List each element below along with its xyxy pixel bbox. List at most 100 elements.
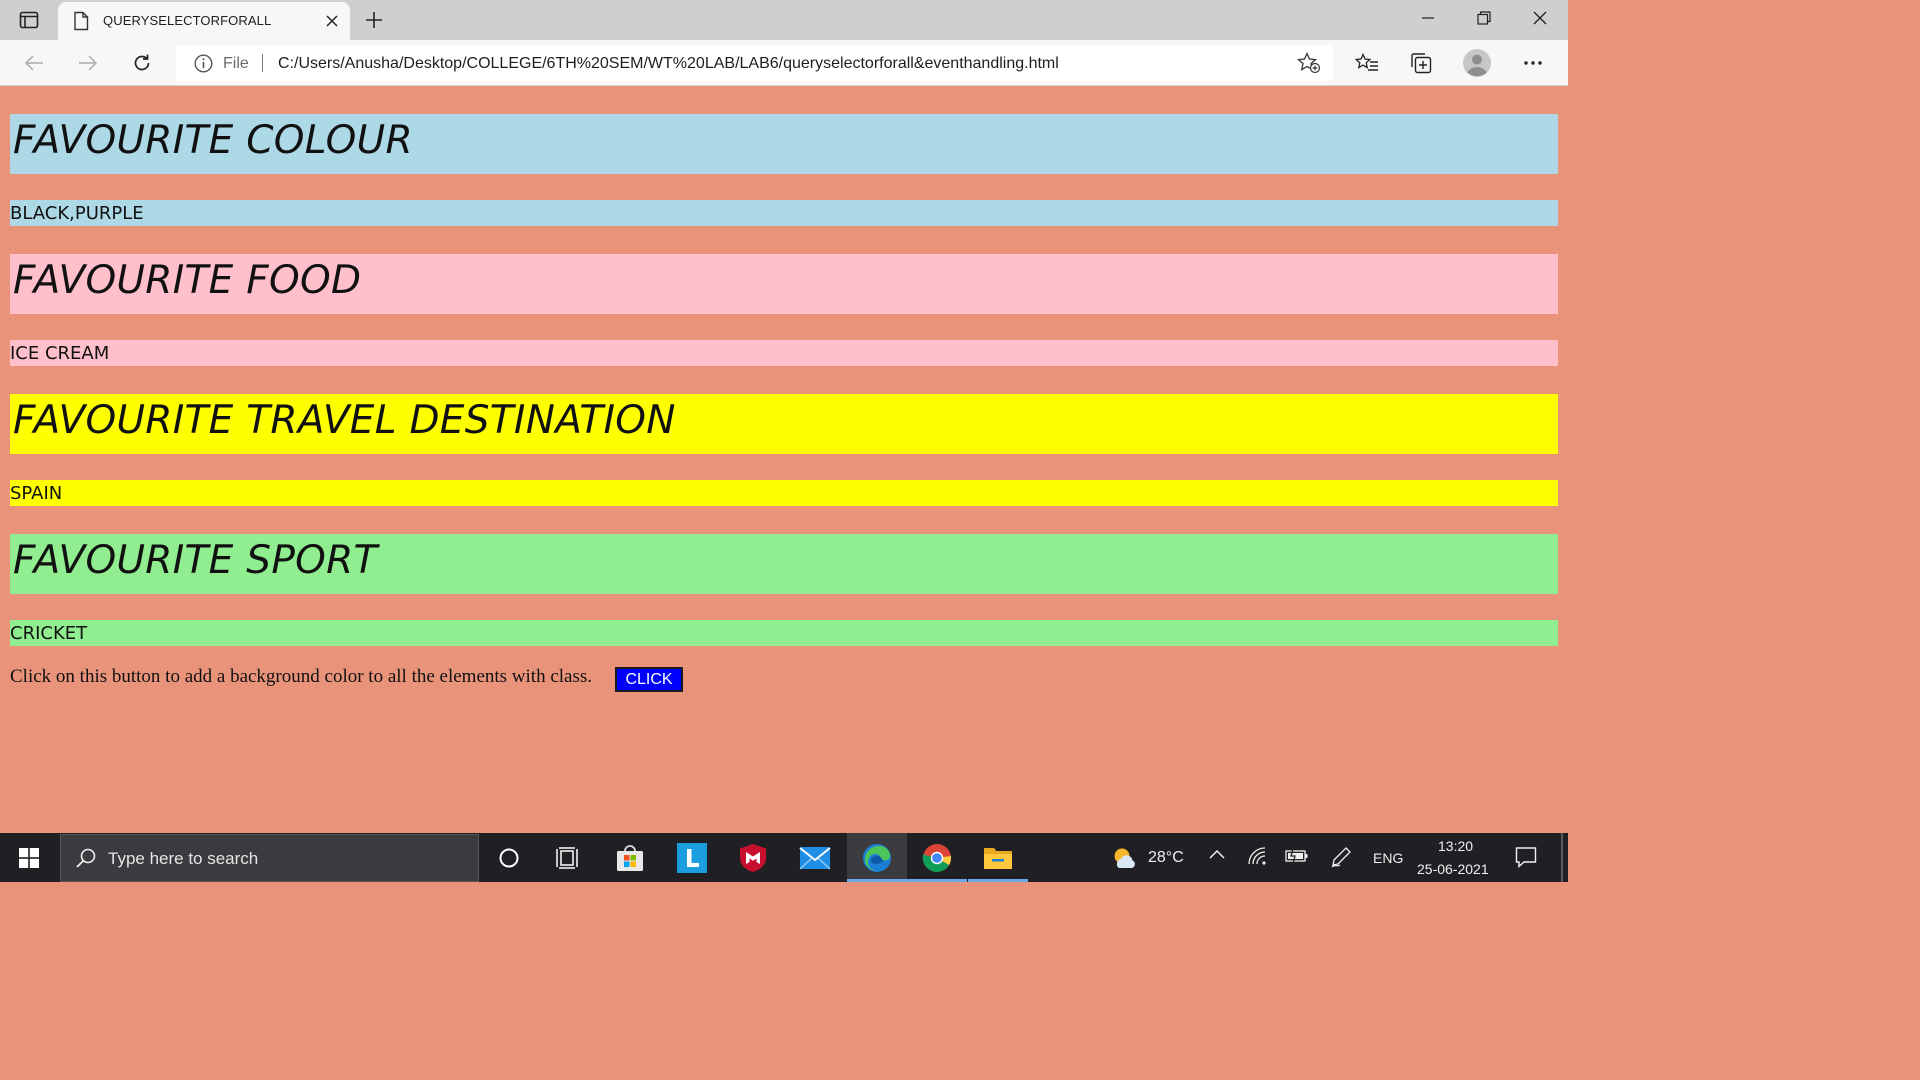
browser-toolbar: File C:/Users/Anusha/Desktop/COLLEGE/6TH… — [0, 40, 1568, 86]
section-value-colour: BLACK,PURPLE — [10, 200, 1558, 226]
section-heading-colour: FAVOURITE COLOUR — [10, 114, 1558, 174]
search-icon — [76, 848, 96, 868]
action-center-button[interactable] — [1515, 846, 1537, 868]
minimize-icon — [1422, 17, 1434, 19]
notification-icon — [1515, 847, 1537, 868]
edge-button[interactable] — [847, 833, 907, 882]
collections-button[interactable] — [1404, 46, 1438, 80]
task-view-icon — [556, 846, 578, 869]
windows-icon — [19, 847, 39, 868]
chevron-up-icon — [1209, 849, 1225, 859]
battery-button[interactable] — [1285, 848, 1309, 864]
profile-button[interactable] — [1460, 46, 1494, 80]
store-button[interactable] — [600, 833, 660, 882]
task-view-button[interactable] — [538, 833, 598, 882]
favorites-icon — [1355, 53, 1378, 71]
address-bar[interactable]: File C:/Users/Anusha/Desktop/COLLEGE/6TH… — [176, 45, 1333, 81]
star-add-icon — [1297, 52, 1321, 74]
refresh-icon — [134, 54, 150, 71]
instruction-text: Click on this button to add a background… — [10, 666, 593, 687]
pen-icon — [1331, 847, 1351, 868]
battery-icon — [1285, 848, 1308, 864]
cortana-button[interactable] — [479, 833, 539, 882]
forward-button[interactable] — [71, 46, 105, 80]
page-viewport: FAVOURITE COLOUR BLACK,PURPLE FAVOURITE … — [0, 87, 1568, 833]
file-explorer-icon — [984, 847, 1012, 869]
browser-tab-strip: QUERYSELECTORFORALL — [0, 0, 1568, 40]
value-text: CRICKET — [10, 623, 88, 644]
file-explorer-button[interactable] — [968, 833, 1028, 882]
section-value-food: ICE CREAM — [10, 340, 1558, 366]
browser-tab[interactable]: QUERYSELECTORFORALL — [58, 2, 350, 40]
tab-actions-icon — [19, 11, 39, 29]
running-indicator — [968, 879, 1028, 882]
info-icon — [194, 54, 213, 73]
back-arrow-icon — [24, 55, 43, 71]
new-tab-button[interactable] — [358, 4, 390, 36]
add-favorite-button[interactable] — [1296, 51, 1322, 75]
refresh-button[interactable] — [125, 46, 159, 80]
pen-workspace-button[interactable] — [1330, 846, 1352, 868]
favorites-button[interactable] — [1350, 46, 1384, 80]
chrome-icon — [922, 843, 952, 872]
running-indicator — [907, 879, 967, 882]
close-window-icon — [1533, 11, 1547, 25]
mail-button[interactable] — [785, 833, 845, 882]
plus-icon — [366, 12, 382, 28]
taskbar-search-box[interactable]: Type here to search — [60, 834, 479, 882]
search-placeholder: Type here to search — [108, 849, 259, 868]
tab-title: QUERYSELECTORFORALL — [103, 13, 272, 28]
mcafee-button[interactable] — [723, 833, 783, 882]
taskbar: Type here to search 28°C ENG 13:20 25-06… — [0, 833, 1568, 882]
value-text: BLACK,PURPLE — [10, 203, 144, 224]
wifi-icon — [1248, 847, 1266, 865]
language-indicator[interactable]: ENG — [1373, 850, 1403, 866]
page-icon — [74, 11, 89, 31]
tab-actions-button[interactable] — [8, 4, 50, 36]
heading-text: FAVOURITE FOOD — [13, 258, 362, 303]
store-icon — [617, 844, 643, 871]
mcafee-icon — [740, 843, 766, 872]
value-text: SPAIN — [10, 483, 63, 504]
close-icon — [326, 15, 338, 27]
file-scheme-label: File — [223, 55, 249, 72]
section-heading-food: FAVOURITE FOOD — [10, 254, 1558, 314]
cortana-icon — [499, 848, 519, 867]
network-button[interactable] — [1248, 847, 1268, 865]
close-window-button[interactable] — [1512, 0, 1568, 36]
start-button[interactable] — [0, 833, 58, 882]
collections-icon — [1411, 53, 1432, 74]
tab-close-button[interactable] — [320, 9, 344, 33]
heading-text: FAVOURITE COLOUR — [13, 118, 413, 163]
weather-sun-cloud-icon — [1114, 848, 1135, 868]
show-desktop-button[interactable] — [1561, 833, 1563, 882]
show-hidden-icons-button[interactable] — [1208, 848, 1226, 860]
restore-icon — [1477, 11, 1491, 25]
avatar-icon — [1463, 49, 1491, 77]
restore-button[interactable] — [1456, 0, 1512, 36]
edge-icon — [863, 843, 891, 872]
mail-icon — [799, 846, 831, 869]
l-app-button[interactable] — [662, 833, 722, 882]
active-indicator — [847, 879, 907, 882]
back-button[interactable] — [17, 46, 51, 80]
l-app-icon — [677, 842, 707, 873]
heading-text: FAVOURITE SPORT — [13, 538, 378, 583]
section-value-sport: CRICKET — [10, 620, 1558, 646]
click-button[interactable]: CLICK — [615, 667, 683, 692]
minimize-button[interactable] — [1400, 0, 1456, 36]
weather-button[interactable] — [1110, 845, 1138, 871]
clock-time[interactable]: 13:20 — [1438, 838, 1473, 854]
section-value-travel: SPAIN — [10, 480, 1558, 506]
weather-temperature[interactable]: 28°C — [1148, 849, 1184, 867]
settings-more-button[interactable] — [1516, 46, 1550, 80]
forward-arrow-icon — [79, 55, 98, 71]
url-text[interactable]: C:/Users/Anusha/Desktop/COLLEGE/6TH%20SE… — [278, 55, 1059, 73]
section-heading-sport: FAVOURITE SPORT — [10, 534, 1558, 594]
chrome-button[interactable] — [907, 833, 967, 882]
value-text: ICE CREAM — [10, 343, 110, 364]
clock-date[interactable]: 25-06-2021 — [1417, 861, 1489, 877]
address-divider — [262, 54, 263, 72]
section-heading-travel: FAVOURITE TRAVEL DESTINATION — [10, 394, 1558, 454]
heading-text: FAVOURITE TRAVEL DESTINATION — [13, 398, 676, 443]
